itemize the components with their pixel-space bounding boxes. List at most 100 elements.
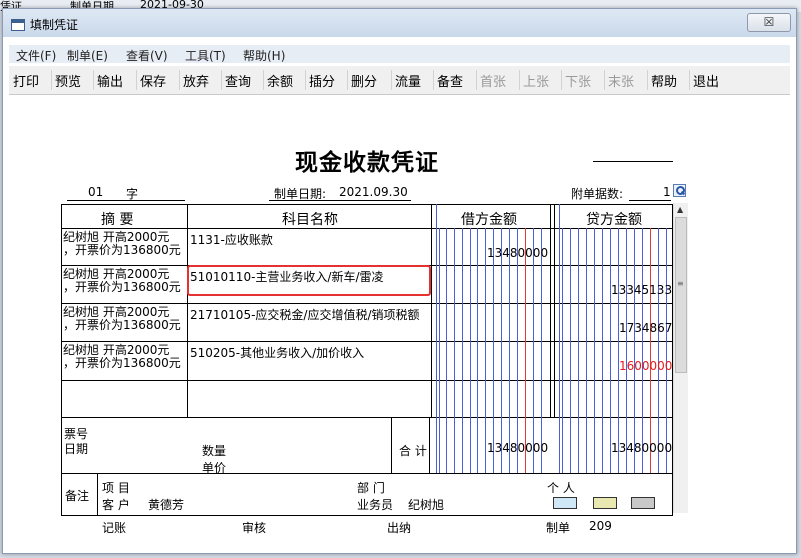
digit-line xyxy=(439,228,440,473)
grid-line xyxy=(61,204,62,516)
toolbar-button-8[interactable]: 删分 xyxy=(351,71,377,90)
digit-line xyxy=(562,228,563,473)
highlight-box xyxy=(187,265,431,296)
digit-line xyxy=(436,204,437,473)
title-rule xyxy=(593,161,673,162)
search-icon[interactable] xyxy=(673,184,686,197)
header-account: 科目名称 xyxy=(282,212,338,228)
attach-label: 附单据数: xyxy=(571,187,624,201)
digit-line xyxy=(533,228,534,473)
toolbar-separator xyxy=(93,70,94,90)
voucher-title: 现金收款凭证 xyxy=(295,149,439,176)
summary-line[interactable]: ，开票价为136800元 xyxy=(63,354,181,371)
debit-amount[interactable]: 13480000 xyxy=(487,246,548,260)
toolbar-separator xyxy=(305,70,306,90)
summary-line[interactable]: ，开票价为136800元 xyxy=(63,241,181,258)
menu-item-1[interactable]: 制单(E) xyxy=(67,47,108,64)
total-credit: 13480000 xyxy=(611,441,673,455)
grid-line xyxy=(61,473,673,474)
header-debit: 借方金额 xyxy=(461,212,517,228)
header-summary: 摘 要 xyxy=(101,212,134,228)
grid-line xyxy=(61,380,673,381)
grid-line xyxy=(61,515,673,516)
title-bar: 填制凭证 ☒ xyxy=(3,9,796,37)
grid-line xyxy=(61,417,673,418)
menu-item-2[interactable]: 查看(V) xyxy=(126,47,168,64)
digit-line xyxy=(493,228,494,473)
toolbar-button-16[interactable]: 退出 xyxy=(693,71,719,90)
ticket-date-label: 日期 xyxy=(64,442,89,456)
summary-line[interactable]: ，开票价为136800元 xyxy=(63,278,181,295)
toolbar-button-6[interactable]: 余额 xyxy=(267,71,293,90)
toolbar-button-4[interactable]: 放弃 xyxy=(183,71,209,90)
client-name[interactable]: 黄德芳 xyxy=(148,496,184,513)
toolbar-button-2[interactable]: 输出 xyxy=(97,71,123,90)
grip-icon: ≡ xyxy=(677,279,684,288)
credit-amount[interactable]: 13345133 xyxy=(611,283,672,297)
menu-item-3[interactable]: 工具(T) xyxy=(185,47,226,64)
card-icon[interactable] xyxy=(553,497,577,509)
contact-icon[interactable] xyxy=(593,497,617,509)
toolbar-separator xyxy=(647,70,648,90)
toolbar-button-12[interactable]: 上张 xyxy=(523,71,549,90)
app-icon xyxy=(11,19,25,31)
account-name[interactable]: 510205-其他业务收入/加价收入 xyxy=(190,344,364,361)
toolbar-separator xyxy=(519,70,520,90)
digit-line xyxy=(485,228,486,473)
toolbar-separator xyxy=(604,70,605,90)
toolbar-button-11[interactable]: 首张 xyxy=(480,71,506,90)
digit-line xyxy=(525,228,526,473)
digit-line xyxy=(454,228,455,473)
voucher-type-underline xyxy=(67,200,185,201)
toolbar-separator xyxy=(391,70,392,90)
toolbar-button-7[interactable]: 插分 xyxy=(309,71,335,90)
voucher-date[interactable]: 2021.09.30 xyxy=(339,185,408,199)
list-icon[interactable] xyxy=(631,497,655,509)
summary-line[interactable]: ，开票价为136800元 xyxy=(63,316,181,333)
toolbar-button-15[interactable]: 帮助 xyxy=(651,71,677,90)
toolbar-button-1[interactable]: 预览 xyxy=(55,71,81,90)
toolbar-separator xyxy=(689,70,690,90)
vertical-scrollbar[interactable]: ▲ ≡ xyxy=(673,203,688,513)
toolbar-separator xyxy=(476,70,477,90)
grid-line xyxy=(97,473,98,515)
attach-count[interactable]: 1 xyxy=(663,185,671,199)
toolbar-button-3[interactable]: 保存 xyxy=(140,71,166,90)
attach-underline xyxy=(629,200,671,201)
grid-line xyxy=(429,417,430,473)
menu-item-4[interactable]: 帮助(H) xyxy=(243,47,285,64)
close-button[interactable]: ☒ xyxy=(747,13,791,32)
toolbar-button-10[interactable]: 备查 xyxy=(437,71,463,90)
toolbar-button-5[interactable]: 查询 xyxy=(225,71,251,90)
clerk-label: 业务员 xyxy=(357,498,394,512)
qty-label: 数量 xyxy=(202,444,227,458)
voucher-window: 填制凭证 ☒ 文件(F) 制单(E) 查看(V) 工具(T) 帮助(H) 打印 预览 输出保… xyxy=(2,8,797,554)
credit-amount[interactable]: 1734867 xyxy=(619,321,672,335)
credit-amount[interactable]: 1600000 xyxy=(619,359,672,373)
dept-label: 部 门 xyxy=(357,481,385,495)
project-label: 项 目 xyxy=(102,481,130,495)
date-underline xyxy=(269,200,411,201)
menu-item-0[interactable]: 文件(F) xyxy=(16,47,56,64)
toolbar-separator xyxy=(179,70,180,90)
account-name[interactable]: 1131-应收账款 xyxy=(190,231,273,248)
scroll-up-icon[interactable]: ▲ xyxy=(677,205,683,214)
toolbar-button-9[interactable]: 流量 xyxy=(395,71,421,90)
toolbar-button-0[interactable]: 打印 xyxy=(13,71,39,90)
toolbar-separator xyxy=(136,70,137,90)
digit-line xyxy=(570,228,571,473)
toolbar-button-13[interactable]: 下张 xyxy=(565,71,591,90)
digit-line xyxy=(602,228,603,473)
toolbar-separator xyxy=(347,70,348,90)
grid-line xyxy=(61,204,673,205)
toolbar-separator xyxy=(263,70,264,90)
maker-name: 209 xyxy=(589,519,612,533)
grid-line xyxy=(431,204,432,417)
digit-line xyxy=(658,228,659,473)
voucher-type[interactable]: 01 xyxy=(88,185,103,199)
account-name[interactable]: 21710105-应交税金/应交增值税/销项税额 xyxy=(190,306,420,323)
clerk-name[interactable]: 纪树旭 xyxy=(408,496,444,513)
scrollbar-thumb[interactable] xyxy=(675,217,687,373)
toolbar-button-14[interactable]: 末张 xyxy=(608,71,634,90)
toolbar-separator xyxy=(51,70,52,90)
